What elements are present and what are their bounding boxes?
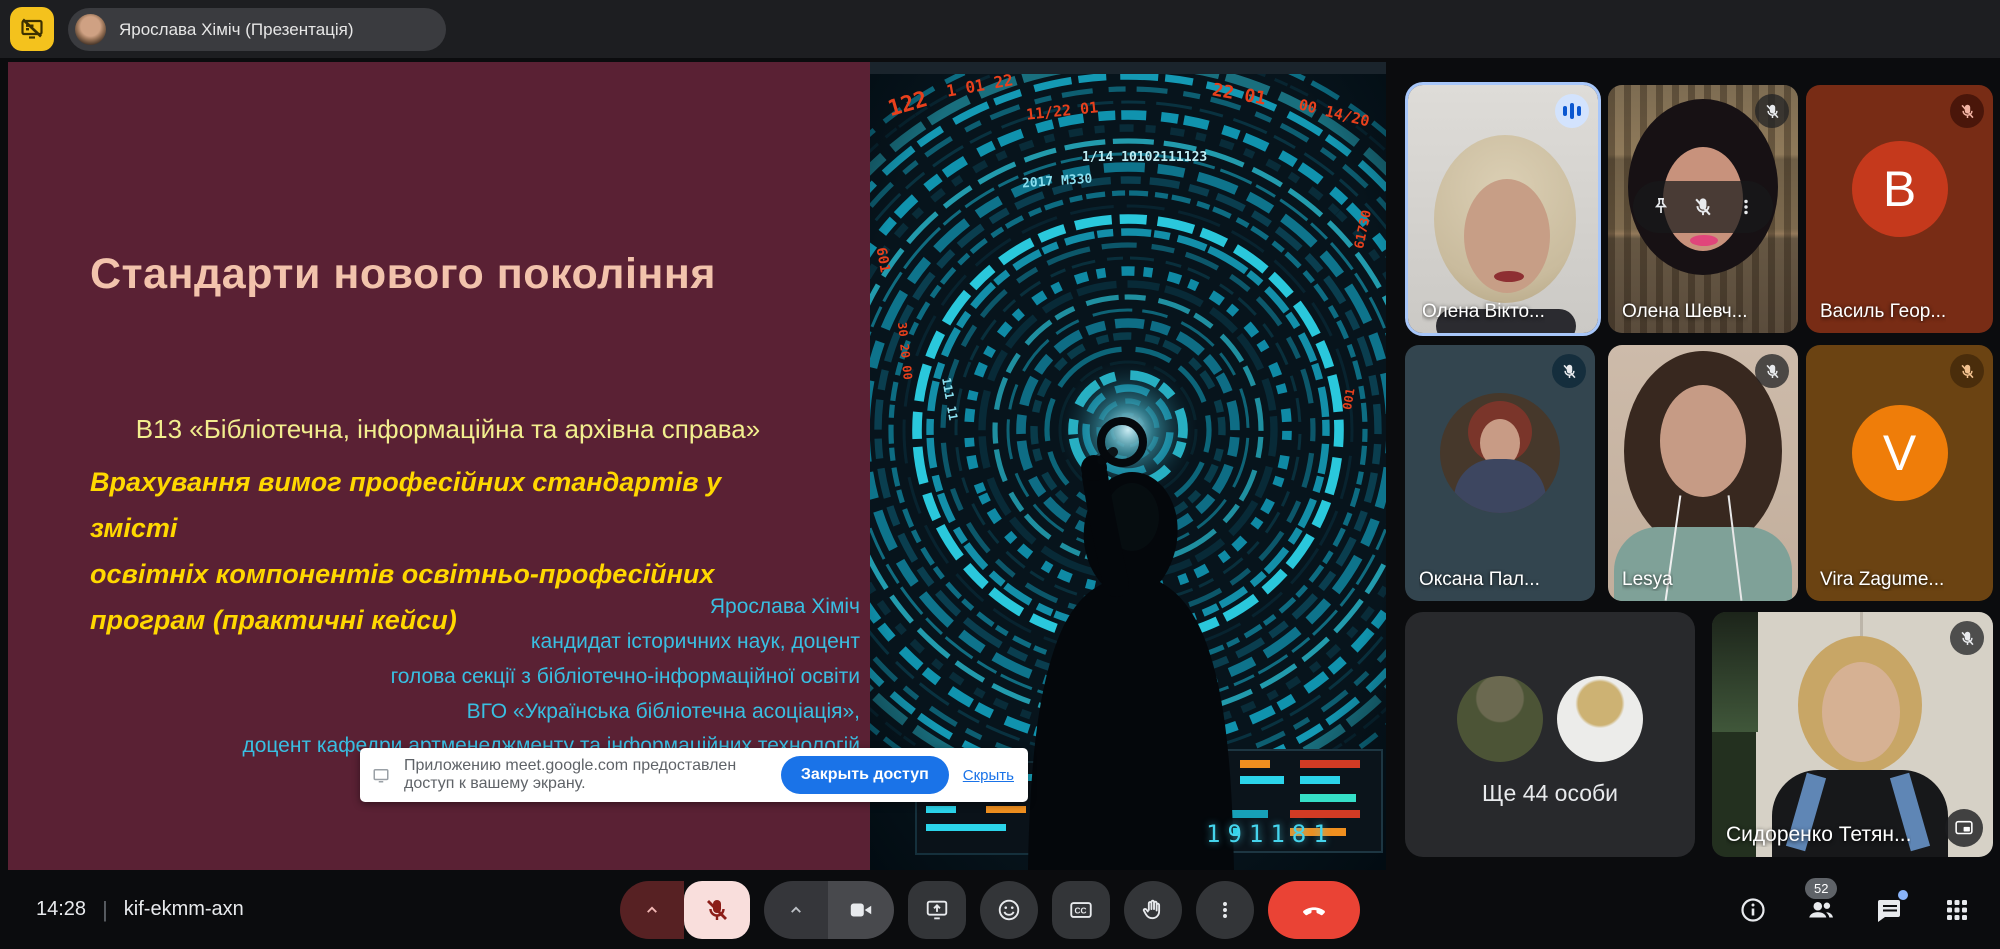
- avatar: [1440, 393, 1560, 513]
- divider: |: [102, 897, 108, 923]
- meeting-info: 14:28 | kif-ekmm-axn: [36, 870, 244, 949]
- meeting-code: kif-ekmm-axn: [124, 898, 244, 921]
- overflow-avatars: [1457, 676, 1643, 762]
- mic-off-indicator: [1755, 354, 1789, 388]
- camera-control-group: [764, 881, 894, 939]
- raise-hand-button[interactable]: [1124, 881, 1182, 939]
- activities-button[interactable]: [1942, 895, 1972, 925]
- avatar: [1557, 676, 1643, 762]
- participant-name: Василь Геор...: [1820, 301, 1946, 323]
- camera-options-chevron[interactable]: [764, 881, 828, 939]
- participant-name: Олена Шевч...: [1622, 301, 1748, 323]
- hide-toast-link[interactable]: Скрыть: [963, 767, 1014, 784]
- code-digits-bottom: 191181: [1206, 820, 1335, 848]
- presenter-avatar: [75, 14, 106, 45]
- slide-section-line: В13 «Бібліотечна, інформаційна та архівн…: [68, 414, 828, 445]
- slide-author-block: Ярослава Хіміч кандидат історичних наук,…: [88, 590, 860, 764]
- more-options-button[interactable]: [1731, 192, 1761, 222]
- meeting-details-button[interactable]: [1738, 895, 1768, 925]
- meeting-panels: 52: [1738, 870, 1972, 949]
- participant-count-badge: 52: [1805, 878, 1837, 899]
- code-digits: 1/14 10102111123: [1082, 150, 1207, 165]
- stop-presenting-button[interactable]: [10, 7, 54, 51]
- participant-name: Сидоренко Тетян...: [1726, 823, 1911, 847]
- more-options-button[interactable]: [1196, 881, 1254, 939]
- mic-off-indicator: [1950, 621, 1984, 655]
- screen-share-icon: [372, 766, 390, 784]
- self-view-tile[interactable]: Сидоренко Тетян...: [1712, 612, 1993, 857]
- end-call-button[interactable]: [1268, 881, 1360, 939]
- avatar: V: [1852, 405, 1948, 501]
- pin-button[interactable]: [1646, 192, 1676, 222]
- chat-notification-dot: [1898, 890, 1908, 900]
- clock: 14:28: [36, 898, 86, 921]
- screen-share-toast: Приложению meet.google.com предоставлен …: [360, 748, 1028, 802]
- mic-off-indicator: [1552, 354, 1586, 388]
- overflow-count-label: Ще 44 особи: [1405, 780, 1695, 807]
- participant-tile[interactable]: Lesya: [1608, 345, 1798, 601]
- mic-control-group: [620, 881, 750, 939]
- close-access-button[interactable]: Закрыть доступ: [781, 756, 949, 794]
- participant-name: Олена Вікто...: [1422, 301, 1545, 323]
- toast-message: Приложению meet.google.com предоставлен …: [404, 757, 767, 793]
- presentation-off-icon: [18, 15, 46, 43]
- picture-in-picture-button[interactable]: [1945, 809, 1983, 847]
- magnifying-glass-icon: [1101, 421, 1143, 463]
- mic-off-indicator: [1950, 354, 1984, 388]
- camera-button[interactable]: [828, 881, 894, 939]
- top-bar: Ярослава Хіміч (Презентація): [0, 0, 2000, 58]
- participant-tile[interactable]: Олена Шевч...: [1608, 85, 1798, 333]
- overflow-tile[interactable]: Ще 44 особи: [1405, 612, 1695, 857]
- participant-tile[interactable]: Оксана Пал...: [1405, 345, 1595, 601]
- speaking-indicator: [1555, 94, 1589, 128]
- captions-button[interactable]: CC: [1052, 881, 1110, 939]
- participant-tile[interactable]: Олена Вікто...: [1405, 82, 1601, 336]
- tile-hover-controls: [1633, 181, 1773, 233]
- control-bar: 14:28 | kif-ekmm-axn: [0, 870, 2000, 949]
- chat-button[interactable]: [1874, 895, 1904, 925]
- present-screen-button[interactable]: [908, 881, 966, 939]
- mic-off-indicator: [1950, 94, 1984, 128]
- participants-button[interactable]: 52: [1806, 895, 1836, 925]
- mute-button[interactable]: [1688, 192, 1718, 222]
- shared-screen-presentation: Стандарти нового покоління В13 «Бібліоте…: [8, 62, 1386, 870]
- google-meet-window: Ярослава Хіміч (Презентація) Стандарти н…: [0, 0, 2000, 949]
- call-controls: CC: [620, 881, 1360, 939]
- svg-text:CC: CC: [1075, 906, 1087, 916]
- participant-tile[interactable]: V Vira Zagume...: [1806, 345, 1993, 601]
- mic-off-indicator: [1755, 94, 1789, 128]
- participant-name: Vira Zagume...: [1820, 569, 1944, 591]
- presenter-chip[interactable]: Ярослава Хіміч (Презентація): [68, 8, 446, 51]
- participant-name: Оксана Пал...: [1419, 569, 1540, 591]
- reactions-button[interactable]: [980, 881, 1038, 939]
- slide-title: Стандарти нового покоління: [90, 250, 810, 299]
- presenter-name: Ярослава Хіміч (Презентація): [119, 20, 354, 40]
- participant-tile[interactable]: В Василь Геор...: [1806, 85, 1993, 333]
- mic-options-chevron[interactable]: [620, 881, 684, 939]
- mic-mute-button[interactable]: [684, 881, 750, 939]
- avatar: [1457, 676, 1543, 762]
- avatar: В: [1852, 141, 1948, 237]
- participant-name: Lesya: [1622, 569, 1673, 591]
